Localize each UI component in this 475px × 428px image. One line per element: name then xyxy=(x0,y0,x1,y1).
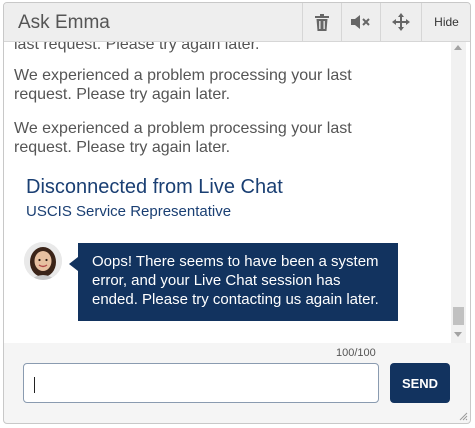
mute-icon xyxy=(351,15,370,29)
agent-role: USCIS Service Representative xyxy=(26,203,232,220)
message-input[interactable] xyxy=(23,363,379,403)
character-counter: 100/100 xyxy=(336,347,376,359)
move-icon xyxy=(392,13,410,31)
chat-title: Ask Emma xyxy=(18,12,110,33)
clear-chat-button[interactable] xyxy=(302,3,341,41)
send-button[interactable]: SEND xyxy=(390,363,450,403)
trash-icon xyxy=(315,13,329,31)
chat-scrollbar[interactable] xyxy=(451,42,466,343)
bot-message-bubble: Oops! There seems to have been a system … xyxy=(69,243,398,321)
move-button[interactable] xyxy=(380,3,421,41)
scroll-up-arrow-icon[interactable] xyxy=(454,45,462,50)
mute-button[interactable] xyxy=(341,3,380,41)
text-cursor xyxy=(34,377,35,393)
chat-header: Ask Emma Hide xyxy=(4,3,470,42)
chat-widget: Ask Emma Hide last request. Please try a… xyxy=(3,2,471,424)
emma-avatar xyxy=(24,242,62,280)
system-message: We experienced a problem processing your… xyxy=(14,120,352,156)
disconnected-title: Disconnected from Live Chat xyxy=(26,176,283,198)
scroll-down-arrow-icon[interactable] xyxy=(454,332,462,337)
system-message: last request. Please try again later. xyxy=(14,42,260,53)
hide-button[interactable]: Hide xyxy=(421,3,470,41)
system-message: We experienced a problem processing your… xyxy=(14,67,352,103)
scroll-thumb[interactable] xyxy=(453,307,464,325)
hide-button-label: Hide xyxy=(434,15,459,29)
chat-transcript: last request. Please try again later. We… xyxy=(4,42,470,343)
resize-handle-icon[interactable] xyxy=(458,411,468,421)
